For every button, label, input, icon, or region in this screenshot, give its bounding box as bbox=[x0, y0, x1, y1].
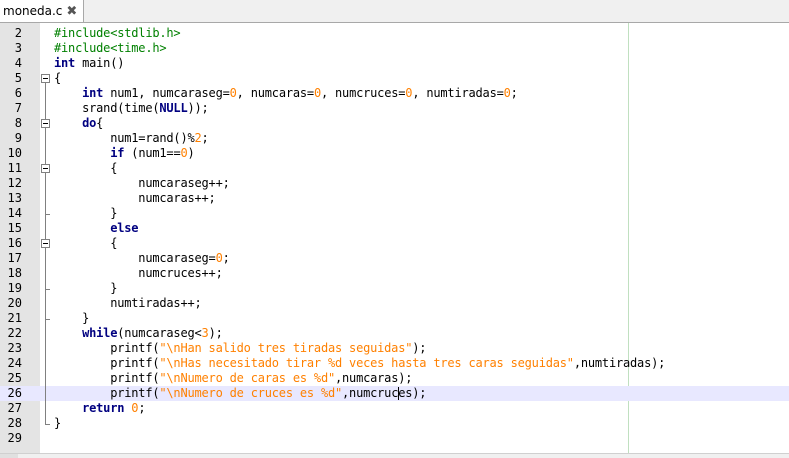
fold-toggle-icon[interactable] bbox=[41, 164, 50, 173]
line-number: 13 bbox=[7, 191, 22, 205]
line-number: 12 bbox=[7, 176, 22, 190]
code-line[interactable]: 4 int main() bbox=[0, 56, 789, 71]
code-text: num1=rand()%2; bbox=[54, 131, 209, 145]
line-number: 8 bbox=[14, 116, 22, 130]
code-line[interactable]: 18 numcruces++; bbox=[0, 266, 789, 281]
code-text: numcaraseg++; bbox=[54, 176, 230, 190]
code-line[interactable]: 17 numcaraseg=0; bbox=[0, 251, 789, 266]
code-text: int num1, numcaraseg=0, numcaras=0, numc… bbox=[82, 86, 518, 100]
line-number: 26 bbox=[7, 386, 22, 400]
line-number: 10 bbox=[7, 146, 22, 160]
code-line[interactable]: 20 numtiradas++; bbox=[0, 296, 789, 311]
line-number: 17 bbox=[7, 251, 22, 265]
code-line[interactable]: 11 { bbox=[0, 161, 789, 176]
line-number: 18 bbox=[7, 266, 22, 280]
fold-toggle-icon[interactable] bbox=[41, 119, 50, 128]
code-line[interactable]: 28} bbox=[0, 416, 789, 431]
code-text: return 0; bbox=[82, 401, 146, 415]
code-line[interactable]: 25 printf("\nNumero de caras es %d",numc… bbox=[0, 371, 789, 386]
line-number: 2 bbox=[14, 26, 22, 40]
line-number: 4 bbox=[14, 56, 22, 70]
line-number: 25 bbox=[7, 371, 22, 385]
line-number: 3 bbox=[14, 41, 22, 55]
code-line[interactable]: 3 #include<time.h> bbox=[0, 41, 789, 56]
line-number: 28 bbox=[7, 416, 22, 430]
code-line[interactable]: 21 } bbox=[0, 311, 789, 326]
line-number: 15 bbox=[7, 221, 22, 235]
code-line[interactable]: 24 printf("\nHas necesitado tirar %d vec… bbox=[0, 356, 789, 371]
code-text: printf("\nHan salido tres tiradas seguid… bbox=[54, 341, 427, 355]
code-text: { bbox=[54, 161, 118, 175]
fold-toggle-icon[interactable] bbox=[41, 74, 50, 83]
line-number: 19 bbox=[7, 281, 22, 295]
code-line[interactable]: 5{ bbox=[0, 71, 789, 86]
code-text: { bbox=[54, 236, 118, 250]
code-text: #include<time.h> bbox=[54, 41, 167, 55]
line-number: 22 bbox=[7, 326, 22, 340]
code-text: int main() bbox=[54, 56, 125, 70]
code-line[interactable]: 14 } bbox=[0, 206, 789, 221]
fold-end-marker bbox=[45, 319, 50, 320]
scroll-left-button[interactable] bbox=[0, 454, 18, 458]
code-line[interactable]: 13 numcaras++; bbox=[0, 191, 789, 206]
code-line[interactable]: 19 } bbox=[0, 281, 789, 296]
fold-end-marker bbox=[45, 424, 50, 425]
code-text: while(numcaraseg<3); bbox=[82, 326, 223, 340]
code-line[interactable]: 15 else bbox=[0, 221, 789, 236]
code-text: } bbox=[54, 206, 118, 220]
line-number: 21 bbox=[7, 311, 22, 325]
code-text: numcaras++; bbox=[54, 191, 216, 205]
code-text: #include<stdlib.h> bbox=[54, 26, 181, 40]
fold-end-marker bbox=[45, 214, 50, 215]
code-line[interactable]: 16 { bbox=[0, 236, 789, 251]
code-line[interactable]: 12 numcaraseg++; bbox=[0, 176, 789, 191]
line-number: 9 bbox=[14, 131, 22, 145]
fold-toggle-icon[interactable] bbox=[41, 239, 50, 248]
code-line[interactable]: 6 int num1, numcaraseg=0, numcaras=0, nu… bbox=[0, 86, 789, 101]
code-text: } bbox=[54, 311, 90, 325]
code-line[interactable]: 26 printf("\nNumero de cruces es %d",num… bbox=[0, 386, 789, 401]
fold-guide bbox=[45, 83, 46, 424]
line-number: 6 bbox=[14, 86, 22, 100]
code-line[interactable]: 23 printf("\nHan salido tres tiradas seg… bbox=[0, 341, 789, 356]
code-line[interactable]: 22 while(numcaraseg<3); bbox=[0, 326, 789, 341]
tab-filename: moneda.c bbox=[3, 4, 63, 18]
code-text: printf("\nHas necesitado tirar %d veces … bbox=[54, 356, 666, 370]
code-line[interactable]: 2 #include<stdlib.h> bbox=[0, 26, 789, 41]
code-text: do{ bbox=[82, 116, 104, 130]
tab-bar: moneda.c ✖ bbox=[0, 0, 789, 23]
code-line[interactable]: 8 do{ bbox=[0, 116, 789, 131]
code-line[interactable]: 9 num1=rand()%2; bbox=[0, 131, 789, 146]
line-number: 23 bbox=[7, 341, 22, 355]
file-tab[interactable]: moneda.c ✖ bbox=[0, 0, 85, 22]
line-number: 5 bbox=[14, 71, 22, 85]
line-number: 16 bbox=[7, 236, 22, 250]
code-line[interactable]: 7 srand(time(NULL)); bbox=[0, 101, 789, 116]
code-text: numcruces++; bbox=[54, 266, 223, 280]
code-line[interactable]: 27 return 0; bbox=[0, 401, 789, 416]
line-number: 20 bbox=[7, 296, 22, 310]
horizontal-scrollbar[interactable] bbox=[0, 453, 789, 458]
code-text: printf("\nNumero de cruces es %d",numcru… bbox=[54, 386, 427, 400]
code-text: { bbox=[54, 71, 62, 85]
code-line[interactable]: 10 if (num1==0) bbox=[0, 146, 789, 161]
line-number: 11 bbox=[7, 161, 22, 175]
code-editor[interactable]: 2 #include<stdlib.h> 3 #include<time.h> 4 int… bbox=[0, 23, 789, 453]
code-text: printf("\nNumero de caras es %d",numcara… bbox=[54, 371, 413, 385]
code-text: } bbox=[54, 281, 118, 295]
close-icon[interactable]: ✖ bbox=[66, 4, 77, 19]
code-text: numcaraseg=0; bbox=[54, 251, 230, 265]
fold-end-marker bbox=[45, 289, 50, 290]
line-number: 29 bbox=[7, 431, 22, 445]
code-text: srand(time(NULL)); bbox=[54, 101, 209, 115]
line-number: 27 bbox=[7, 401, 22, 415]
code-line[interactable]: 29 bbox=[0, 431, 789, 446]
line-number: 7 bbox=[14, 101, 22, 115]
code-text: if (num1==0) bbox=[110, 146, 195, 160]
line-number: 24 bbox=[7, 356, 22, 370]
code-text: else bbox=[110, 221, 139, 235]
code-text: numtiradas++; bbox=[54, 296, 202, 310]
line-number: 14 bbox=[7, 206, 22, 220]
code-text: } bbox=[54, 416, 62, 430]
